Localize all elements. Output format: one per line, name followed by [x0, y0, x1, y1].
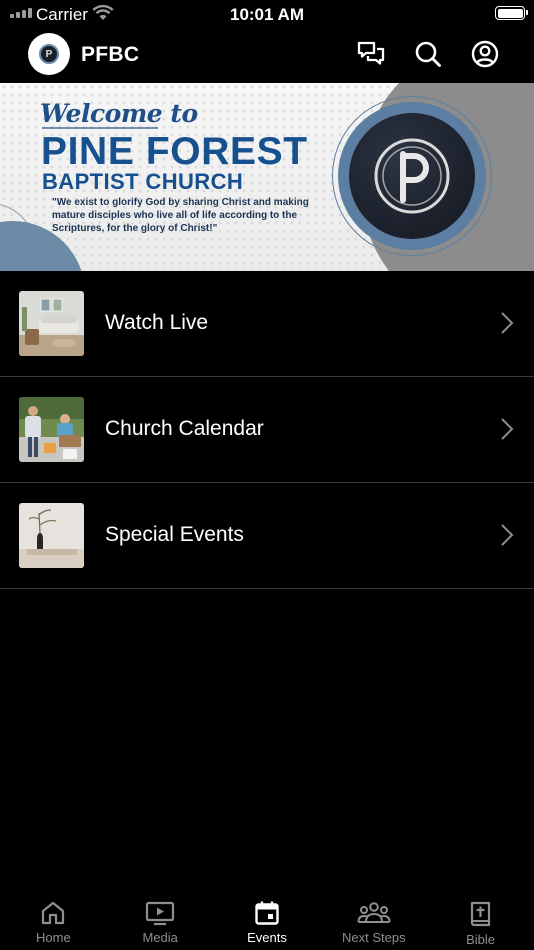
chevron-right-icon [501, 524, 514, 546]
list-item-label: Watch Live [105, 311, 209, 334]
banner-welcome-text: Welcome to [40, 99, 198, 128]
list-item-label: Special Events [105, 523, 244, 546]
tab-home[interactable]: Home [0, 888, 107, 950]
tab-next-steps[interactable]: Next Steps [320, 888, 427, 950]
church-emblem-logo [349, 113, 475, 239]
search-icon[interactable] [413, 39, 443, 69]
welcome-banner[interactable]: Welcome to PINE FOREST BAPTIST CHURCH "W… [0, 83, 534, 271]
banner-mission-statement: "We exist to glorify God by sharing Chri… [52, 197, 309, 234]
status-bar: Carrier 10:01 AM [0, 0, 534, 28]
calendar-icon [255, 901, 279, 925]
battery-icon [495, 6, 528, 20]
tab-bible[interactable]: Bible [427, 888, 534, 950]
home-icon [42, 901, 65, 925]
app-logo[interactable]: P [28, 33, 70, 75]
profile-icon[interactable] [470, 39, 500, 69]
list-item-church-calendar[interactable]: Church Calendar [0, 377, 534, 483]
chevron-right-icon [501, 312, 514, 334]
tab-label: Media [142, 930, 178, 945]
list-item-special-events[interactable]: Special Events [0, 483, 534, 589]
chat-icon[interactable] [356, 39, 386, 69]
bible-icon [470, 901, 490, 927]
tab-media[interactable]: Media [107, 888, 214, 950]
tab-label: Next Steps [341, 930, 406, 945]
list-item-watch-live[interactable]: Watch Live [0, 271, 534, 377]
status-time: 10:01 AM [229, 5, 304, 24]
app-title: PFBC [81, 43, 140, 66]
banner-church-name: PINE FOREST [41, 130, 308, 173]
outdoor-event-photo [19, 397, 84, 462]
living-room-photo [19, 291, 84, 356]
events-list: Watch Live Church Calendar Special Event… [0, 271, 534, 589]
group-icon [357, 902, 391, 923]
tab-bar: Home Media Events Next Steps Bible [0, 888, 534, 950]
vase-plant-photo [19, 503, 84, 568]
list-item-label: Church Calendar [105, 417, 264, 440]
banner-church-subtitle: BAPTIST CHURCH [42, 169, 244, 194]
chevron-right-icon [501, 418, 514, 440]
tab-events[interactable]: Events [214, 888, 321, 950]
tab-label: Bible [466, 932, 496, 947]
tab-label: Home [36, 930, 71, 945]
nav-bar: P PFBC [0, 30, 534, 82]
media-icon [146, 901, 175, 926]
tab-label: Events [247, 930, 287, 945]
